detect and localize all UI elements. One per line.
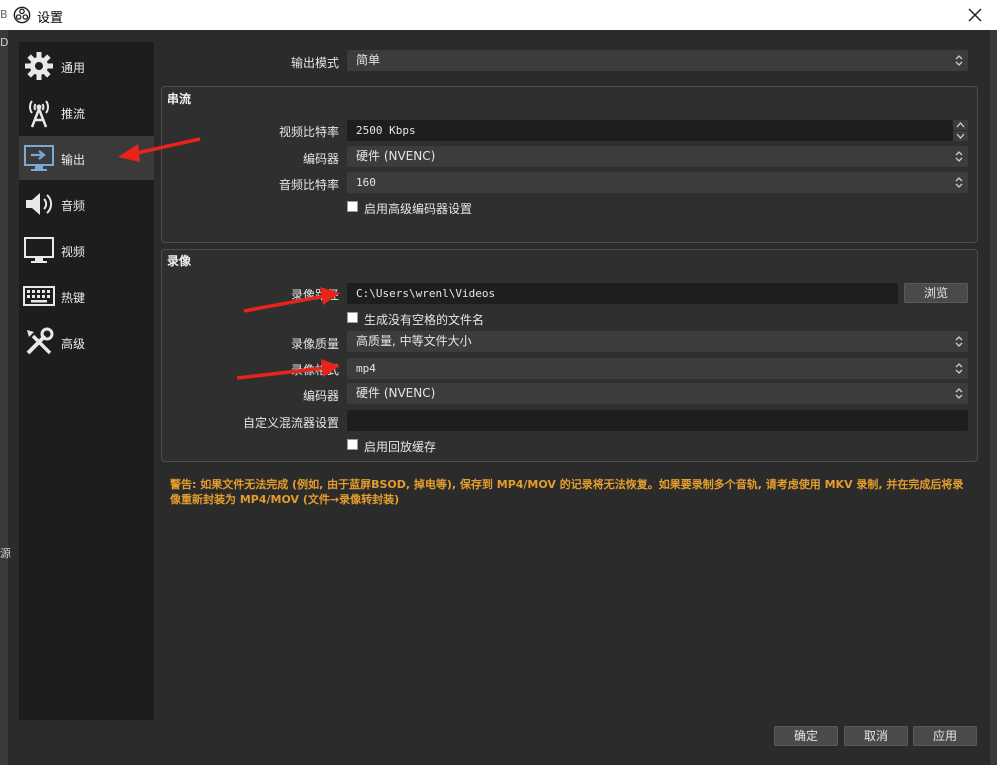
advanced-encoder-label: 启用高级编码器设置 bbox=[364, 202, 473, 216]
speaker-icon bbox=[26, 193, 53, 215]
ok-button[interactable]: 确定 bbox=[774, 726, 838, 746]
apply-button[interactable]: 应用 bbox=[913, 726, 977, 746]
background-window-strip-right bbox=[990, 30, 997, 765]
recording-encoder-select[interactable]: 硬件 (NVENC) bbox=[347, 383, 968, 404]
stream-encoder-select[interactable]: 硬件 (NVENC) bbox=[347, 146, 968, 167]
tools-icon bbox=[26, 327, 54, 355]
keyboard-icon bbox=[23, 286, 55, 306]
sidebar-item-label: 视频 bbox=[61, 245, 86, 259]
background-text-fragment: 源 bbox=[0, 547, 11, 560]
mp4-warning-text: 警告: 如果文件无法完成 (例如, 由于蓝屏BSOD, 掉电等), 保存到 MP… bbox=[170, 478, 964, 506]
recording-quality-label: 录像质量 bbox=[290, 337, 339, 351]
muxer-settings-input[interactable] bbox=[347, 410, 968, 431]
monitor-icon bbox=[24, 237, 54, 263]
video-bitrate-input[interactable]: 2500 Kbps bbox=[347, 120, 953, 141]
sidebar-item-video[interactable]: 视频 bbox=[19, 228, 154, 272]
sidebar-item-label: 通用 bbox=[61, 61, 86, 75]
monitor-output-icon bbox=[24, 145, 54, 171]
recording-quality-value: 高质量, 中等文件大小 bbox=[356, 334, 472, 348]
chevron-updown-icon bbox=[955, 388, 963, 399]
no-space-filename-label: 生成没有空格的文件名 bbox=[364, 313, 485, 327]
recording-format-select[interactable]: mp4 bbox=[347, 358, 968, 379]
recording-path-value: C:\Users\wrenl\Videos bbox=[356, 287, 496, 300]
output-mode-label: 输出模式 bbox=[290, 56, 339, 70]
no-space-filename-checkbox[interactable] bbox=[347, 312, 358, 323]
cancel-button[interactable]: 取消 bbox=[844, 726, 908, 746]
title-bar: 设置 bbox=[0, 0, 997, 30]
sidebar-item-hotkeys[interactable]: 热键 bbox=[19, 274, 154, 318]
sidebar-item-label: 高级 bbox=[61, 337, 86, 351]
recording-format-label: 录像格式 bbox=[290, 363, 339, 377]
chevron-updown-icon bbox=[955, 177, 963, 188]
recording-quality-select[interactable]: 高质量, 中等文件大小 bbox=[347, 331, 968, 352]
recording-path-input[interactable]: C:\Users\wrenl\Videos bbox=[347, 283, 898, 304]
background-text-fragment: D bbox=[0, 36, 9, 49]
stream-encoder-value: 硬件 (NVENC) bbox=[356, 149, 436, 163]
broadcast-antenna-icon bbox=[29, 100, 49, 128]
replay-buffer-checkbox[interactable] bbox=[347, 439, 358, 450]
sidebar-item-general[interactable]: 通用 bbox=[19, 44, 154, 88]
sidebar-item-label: 推流 bbox=[61, 107, 86, 121]
stream-encoder-label: 编码器 bbox=[302, 152, 339, 166]
sidebar-item-stream[interactable]: 推流 bbox=[19, 90, 154, 134]
recording-format-value: mp4 bbox=[356, 362, 376, 375]
recording-encoder-label: 编码器 bbox=[302, 389, 339, 403]
audio-bitrate-select[interactable]: 160 bbox=[347, 172, 968, 193]
sidebar-item-label: 输出 bbox=[61, 153, 86, 167]
background-text-fragment: B bbox=[0, 8, 8, 21]
background-window-strip bbox=[0, 30, 8, 765]
audio-bitrate-value: 160 bbox=[356, 176, 376, 189]
muxer-settings-label: 自定义混流器设置 bbox=[242, 416, 339, 430]
recording-group-title: 录像 bbox=[167, 254, 192, 268]
streaming-group-title: 串流 bbox=[167, 92, 192, 106]
sidebar-item-output[interactable]: 输出 bbox=[19, 136, 154, 180]
audio-bitrate-label: 音频比特率 bbox=[278, 178, 339, 192]
window-title: 设置 bbox=[37, 11, 64, 26]
chevron-updown-icon bbox=[955, 363, 963, 374]
chevron-updown-icon bbox=[955, 151, 963, 162]
gear-icon bbox=[25, 52, 53, 80]
advanced-encoder-checkbox[interactable] bbox=[347, 201, 358, 212]
close-icon[interactable] bbox=[963, 3, 987, 27]
obs-logo-icon bbox=[13, 6, 31, 24]
sidebar-item-advanced[interactable]: 高级 bbox=[19, 320, 154, 364]
output-mode-value: 简单 bbox=[356, 53, 381, 67]
sidebar-item-label: 热键 bbox=[61, 291, 86, 305]
browse-button[interactable]: 浏览 bbox=[904, 283, 968, 303]
chevron-updown-icon bbox=[955, 336, 963, 347]
video-bitrate-value: 2500 Kbps bbox=[356, 124, 416, 137]
recording-encoder-value: 硬件 (NVENC) bbox=[356, 386, 436, 400]
video-bitrate-label: 视频比特率 bbox=[278, 125, 339, 139]
chevron-updown-icon bbox=[955, 55, 963, 66]
settings-sidebar: 通用 推流 输出 音频 视频 热键 高级 bbox=[19, 42, 154, 720]
recording-path-label: 录像路径 bbox=[290, 288, 339, 302]
replay-buffer-label: 启用回放缓存 bbox=[364, 440, 437, 454]
sidebar-item-label: 音频 bbox=[61, 199, 86, 213]
sidebar-item-audio[interactable]: 音频 bbox=[19, 182, 154, 226]
video-bitrate-stepper[interactable] bbox=[953, 120, 968, 141]
output-mode-select[interactable]: 简单 bbox=[347, 50, 968, 71]
